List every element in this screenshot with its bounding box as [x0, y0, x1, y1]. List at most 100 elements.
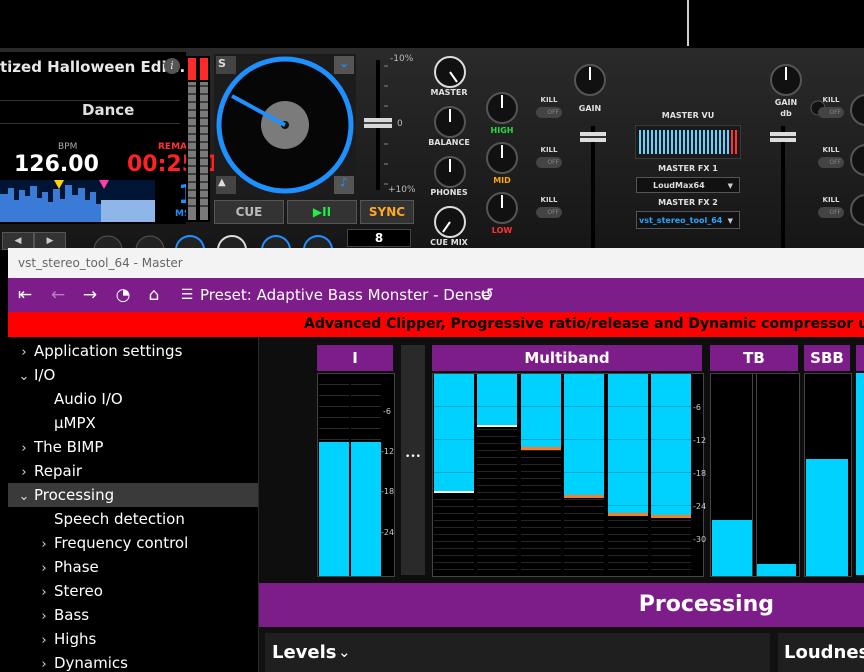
sidebar-item-label: Speech detection [54, 510, 185, 528]
checklist-icon[interactable]: ☰ [175, 278, 199, 312]
chevron-right-icon: › [21, 441, 27, 456]
chevron-down-icon[interactable]: ⌄ [339, 56, 349, 70]
meter-track [756, 374, 797, 576]
sidebar-item[interactable]: › The BIMP [8, 435, 258, 459]
master-volume-knob[interactable] [430, 54, 470, 90]
deck-level-meter [186, 56, 210, 222]
sidebar-item-label: Application settings [34, 342, 183, 360]
sidebar-item-label: Highs [54, 630, 97, 648]
eject-icon[interactable]: ▲ [218, 177, 226, 188]
balance-knob[interactable] [430, 104, 470, 140]
sbb-meter-header[interactable]: SBB [804, 345, 850, 371]
more-icon[interactable]: ••• [401, 452, 425, 462]
deck-top-bar [0, 0, 864, 48]
chevron-down-icon[interactable]: ⌄ [338, 633, 351, 672]
kill-high-label-b: KILL [822, 96, 840, 104]
multiband-meter [432, 373, 704, 577]
back-arrow-icon[interactable]: ← [46, 278, 70, 312]
pitch-zero: 0 [397, 119, 403, 129]
loop-length[interactable]: 8 [347, 229, 411, 247]
loudness-title[interactable]: Loudness [784, 633, 864, 672]
sync-button[interactable]: SYNC [360, 200, 414, 224]
eq-knobs-deck-b[interactable] [850, 90, 864, 230]
volume-fader-left[interactable] [578, 126, 608, 250]
sync-lock-icon[interactable]: S [218, 57, 226, 70]
sidebar-item[interactable]: › Frequency control [8, 531, 258, 555]
sidebar-item-label: µMPX [54, 414, 96, 432]
input-scale-tick: -12 [381, 447, 395, 456]
eq-low-knob[interactable] [482, 190, 522, 226]
tb-meter-header[interactable]: TB [710, 345, 798, 371]
sidebar-item[interactable]: Audio I/O [8, 387, 258, 411]
undo-icon[interactable]: ↺ [475, 278, 499, 312]
phones-knob[interactable] [430, 154, 470, 190]
input-meter-header[interactable]: I [317, 345, 393, 371]
eq-high-knob[interactable] [482, 90, 522, 126]
master-fx1-value: LoudMax64 [653, 181, 705, 190]
kill-mid-label-b: KILL [822, 146, 840, 154]
kill-low-toggle[interactable]: OFF [536, 207, 562, 218]
effect-knobs-row[interactable] [90, 230, 350, 250]
peak-marker [434, 491, 474, 493]
kill-high-toggle[interactable]: OFF [536, 107, 562, 118]
multiband-level [651, 374, 691, 515]
forward-arrow-icon[interactable]: → [78, 278, 102, 312]
kill-high-toggle-b[interactable]: OFF [818, 107, 844, 118]
multiband-scale-tick: -30 [693, 535, 707, 544]
pitch-slider[interactable] [362, 56, 414, 196]
gain-knob-left[interactable] [570, 62, 610, 98]
levels-title[interactable]: Levels [272, 633, 337, 672]
sidebar-item[interactable]: › Highs [8, 627, 258, 651]
home-icon[interactable]: ⌂ [142, 278, 166, 312]
sidebar-item[interactable]: Speech detection [8, 507, 258, 531]
kill-mid-label: KILL [540, 146, 558, 154]
chevron-right-icon: › [41, 537, 47, 552]
kill-mid-toggle-b[interactable]: OFF [818, 157, 844, 168]
chevron-down-icon: ⌄ [18, 369, 30, 384]
dropdown-arrow-icon: ▼ [727, 217, 733, 225]
sbb-meter [804, 373, 852, 577]
sidebar-item-label: I/O [34, 366, 56, 384]
pitch-range-top: -10% [390, 54, 414, 64]
multiband-scale-tick: -24 [693, 502, 707, 511]
dj-deck: tized Halloween Edit... i Dance BPM 126.… [0, 0, 864, 250]
chevron-right-icon: › [21, 465, 27, 480]
preset-name[interactable]: Preset: Adaptive Bass Monster - Dense [200, 278, 491, 312]
chevron-right-icon: › [41, 657, 47, 672]
window-title: vst_stereo_tool_64 - Master [8, 248, 864, 278]
master-vu-meter [635, 125, 741, 159]
cue-mix-knob[interactable] [430, 204, 470, 238]
skip-to-start-icon[interactable]: ⇤ [13, 278, 37, 312]
gain-knob-right[interactable] [766, 62, 806, 98]
info-icon[interactable]: i [164, 58, 180, 74]
play-pause-button[interactable]: ▶II [287, 200, 357, 224]
sidebar-item[interactable]: ⌄ I/O [8, 363, 258, 387]
volume-fader-right[interactable] [768, 126, 798, 250]
waveform-overview[interactable] [0, 180, 155, 222]
sidebar-item[interactable]: › Phase [8, 555, 258, 579]
gain-label-right: GAIN [774, 98, 798, 107]
master-fx2-select[interactable]: vst_stereo_tool_64 ▼ [636, 211, 740, 229]
gain-label-left: GAIN [578, 104, 602, 113]
kill-low-toggle-b[interactable]: OFF [818, 207, 844, 218]
eq-high-label: HIGH [490, 126, 514, 135]
eq-mid-knob[interactable] [482, 140, 522, 176]
tb-level-right [757, 564, 796, 576]
sidebar-item[interactable]: µMPX [8, 411, 258, 435]
dashboard-icon[interactable]: ◔ [111, 278, 135, 312]
sidebar-item-label: Frequency control [54, 534, 189, 552]
jog-wheel[interactable] [214, 54, 356, 196]
music-note-icon[interactable]: ♪ [340, 175, 348, 189]
master-fx1-select[interactable]: LoudMax64 ▼ [636, 177, 740, 193]
sidebar-item[interactable]: › Application settings [8, 339, 258, 363]
sidebar-item[interactable]: ⌄ Processing [8, 483, 258, 507]
sidebar-item[interactable]: › Repair [8, 459, 258, 483]
sidebar-item[interactable]: › Dynamics [8, 651, 258, 672]
multiband-meter-header[interactable]: Multiband [432, 345, 702, 371]
multiband-level [434, 374, 474, 491]
alert-banner-text: Advanced Clipper, Progressive ratio/rele… [304, 316, 864, 332]
cue-button[interactable]: CUE [214, 200, 284, 224]
input-scale-tick: -6 [383, 407, 391, 416]
kill-mid-toggle[interactable]: OFF [536, 157, 562, 168]
next-meter-header[interactable] [856, 345, 864, 371]
